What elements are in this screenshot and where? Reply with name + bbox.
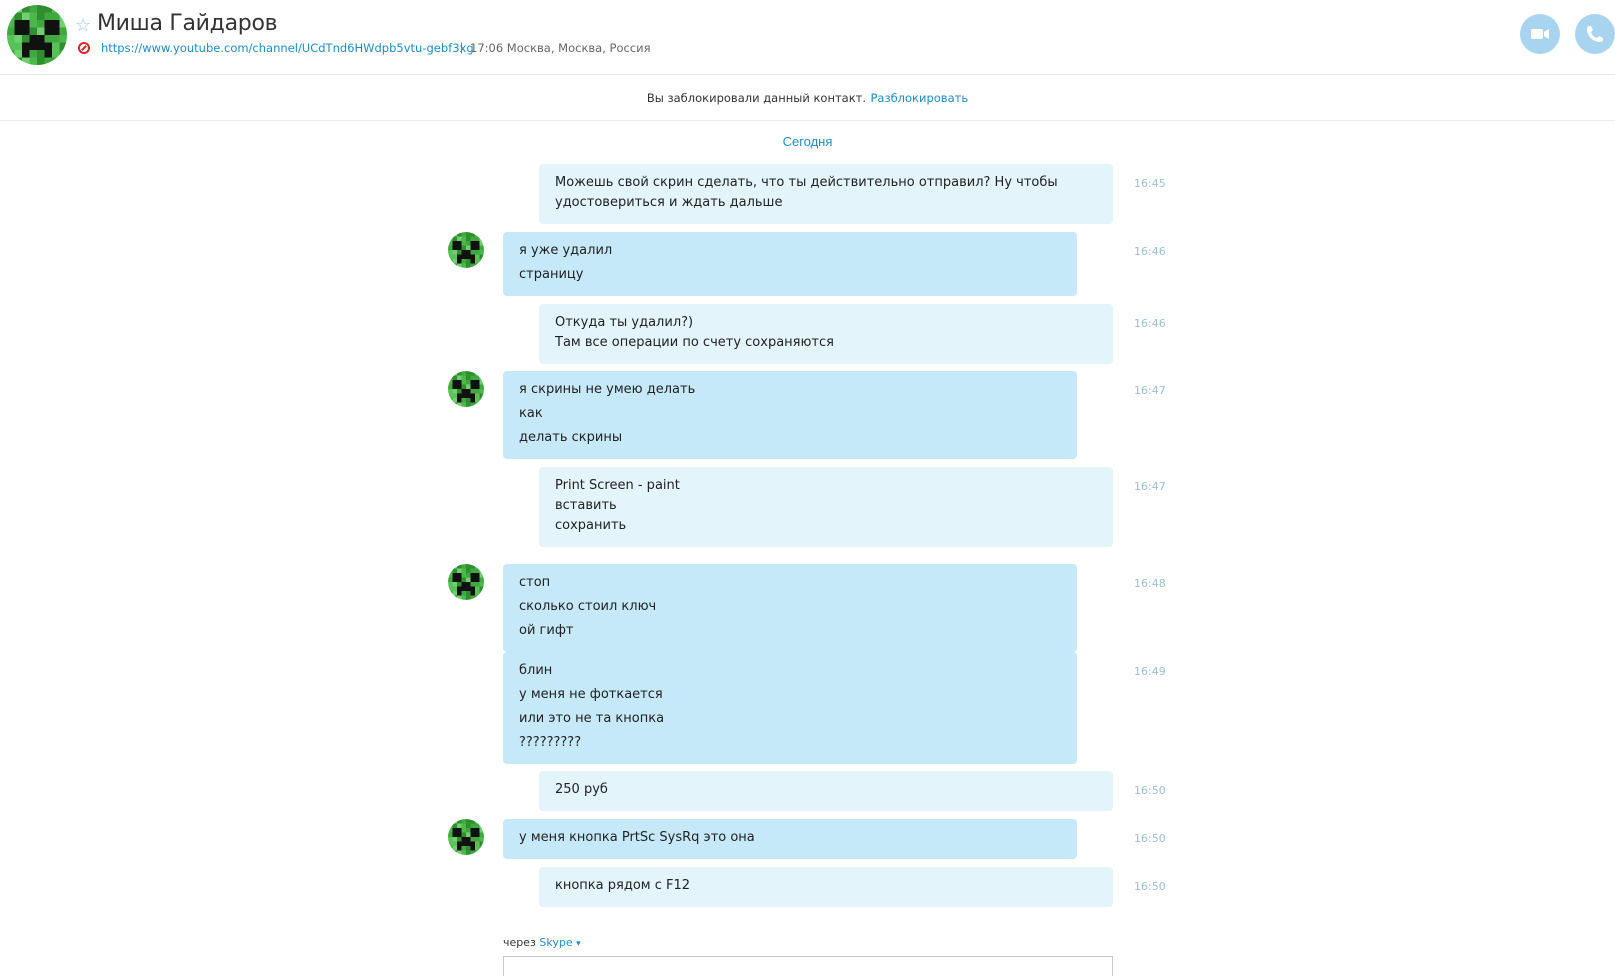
blocked-notice-bar: Вы заблокировали данный контакт. Разблок… (0, 75, 1615, 121)
message-text: блин (519, 663, 553, 678)
mood-message-link[interactable]: https://www.youtube.com/channel/UCdTnd6H… (101, 41, 474, 55)
message-text: Print Screen - paint (555, 478, 680, 493)
chevron-down-icon[interactable]: ▾ (576, 939, 581, 949)
incoming-message[interactable]: стоп сколько стоил ключ ой гифт (503, 564, 1077, 652)
send-via-selector[interactable]: через Skype ▾ (503, 936, 581, 949)
incoming-message[interactable]: я уже удалил страницу (503, 232, 1077, 296)
via-label: через (503, 936, 536, 949)
message-text: ????????? (519, 735, 582, 750)
outgoing-message[interactable]: Print Screen - paint вставить сохранить (539, 467, 1113, 547)
video-call-button[interactable] (1520, 14, 1560, 54)
header-separator: | (460, 40, 464, 54)
message-timestamp: 16:50 (1134, 784, 1166, 797)
message-text: страницу (519, 267, 584, 282)
message-text: я уже удалил (519, 243, 613, 258)
message-text: сохранить (555, 518, 627, 533)
message-timestamp: 16:50 (1134, 880, 1166, 893)
blocked-icon (78, 42, 90, 54)
message-text: или это не та кнопка (519, 711, 665, 726)
contact-avatar[interactable] (7, 5, 67, 65)
outgoing-message[interactable]: Откуда ты удалил?) Там все операции по сч… (539, 304, 1113, 364)
message-timestamp: 16:49 (1134, 665, 1166, 678)
day-separator: Сегодня (782, 134, 833, 149)
message-text: удостовериться и ждать дальше (555, 195, 783, 210)
incoming-message[interactable]: у меня кнопка PrtSc SysRq это она (503, 819, 1077, 859)
message-input[interactable] (503, 956, 1113, 976)
conversation-header: ☆ Миша Гайдаров https://www.youtube.com/… (0, 0, 1615, 75)
sender-avatar[interactable] (448, 371, 484, 407)
message-text: у меня не фоткается (519, 687, 663, 702)
outgoing-message[interactable]: кнопка рядом с F12 (539, 867, 1113, 907)
message-timestamp: 16:48 (1134, 577, 1166, 590)
message-text: Можешь свой скрин сделать, что ты действ… (555, 175, 1058, 190)
video-call-icon (1531, 29, 1549, 39)
message-timestamp: 16:50 (1134, 832, 1166, 845)
message-text: 250 руб (555, 782, 608, 797)
incoming-message[interactable]: блин у меня не фоткается или это не та кно… (503, 652, 1077, 764)
message-text: делать скрины (519, 430, 623, 445)
message-text: сколько стоил ключ (519, 599, 657, 614)
message-timestamp: 16:45 (1134, 177, 1166, 190)
message-text: как (519, 406, 543, 421)
star-icon[interactable]: ☆ (75, 15, 91, 35)
audio-call-button[interactable] (1575, 14, 1615, 54)
incoming-message[interactable]: я скрины не умею делать как делать скрины (503, 371, 1077, 459)
message-text: Там все операции по счету сохраняются (555, 335, 834, 350)
message-text: кнопка рядом с F12 (555, 878, 691, 893)
local-time-location: 17:06 Москва, Москва, Россия (470, 41, 651, 55)
outgoing-message[interactable]: 250 руб (539, 771, 1113, 811)
outgoing-message[interactable]: Можешь свой скрин сделать, что ты действ… (539, 164, 1113, 224)
message-text: Откуда ты удалил?) (555, 315, 694, 330)
message-text: вставить (555, 498, 617, 513)
message-text: ой гифт (519, 623, 574, 638)
message-timestamp: 16:46 (1134, 317, 1166, 330)
sender-avatar[interactable] (448, 564, 484, 600)
phone-call-icon (1587, 26, 1603, 42)
via-service[interactable]: Skype (539, 936, 572, 949)
unblock-link[interactable]: Разблокировать (870, 91, 968, 105)
contact-name[interactable]: Миша Гайдаров (97, 11, 278, 36)
message-timestamp: 16:47 (1134, 480, 1166, 493)
message-timestamp: 16:46 (1134, 245, 1166, 258)
message-text: я скрины не умею делать (519, 382, 696, 397)
sender-avatar[interactable] (448, 232, 484, 268)
message-text: у меня кнопка PrtSc SysRq это она (519, 830, 755, 845)
blocked-notice-text: Вы заблокировали данный контакт. (646, 91, 867, 105)
message-timestamp: 16:47 (1134, 384, 1166, 397)
sender-avatar[interactable] (448, 819, 484, 855)
message-text: стоп (519, 575, 551, 590)
